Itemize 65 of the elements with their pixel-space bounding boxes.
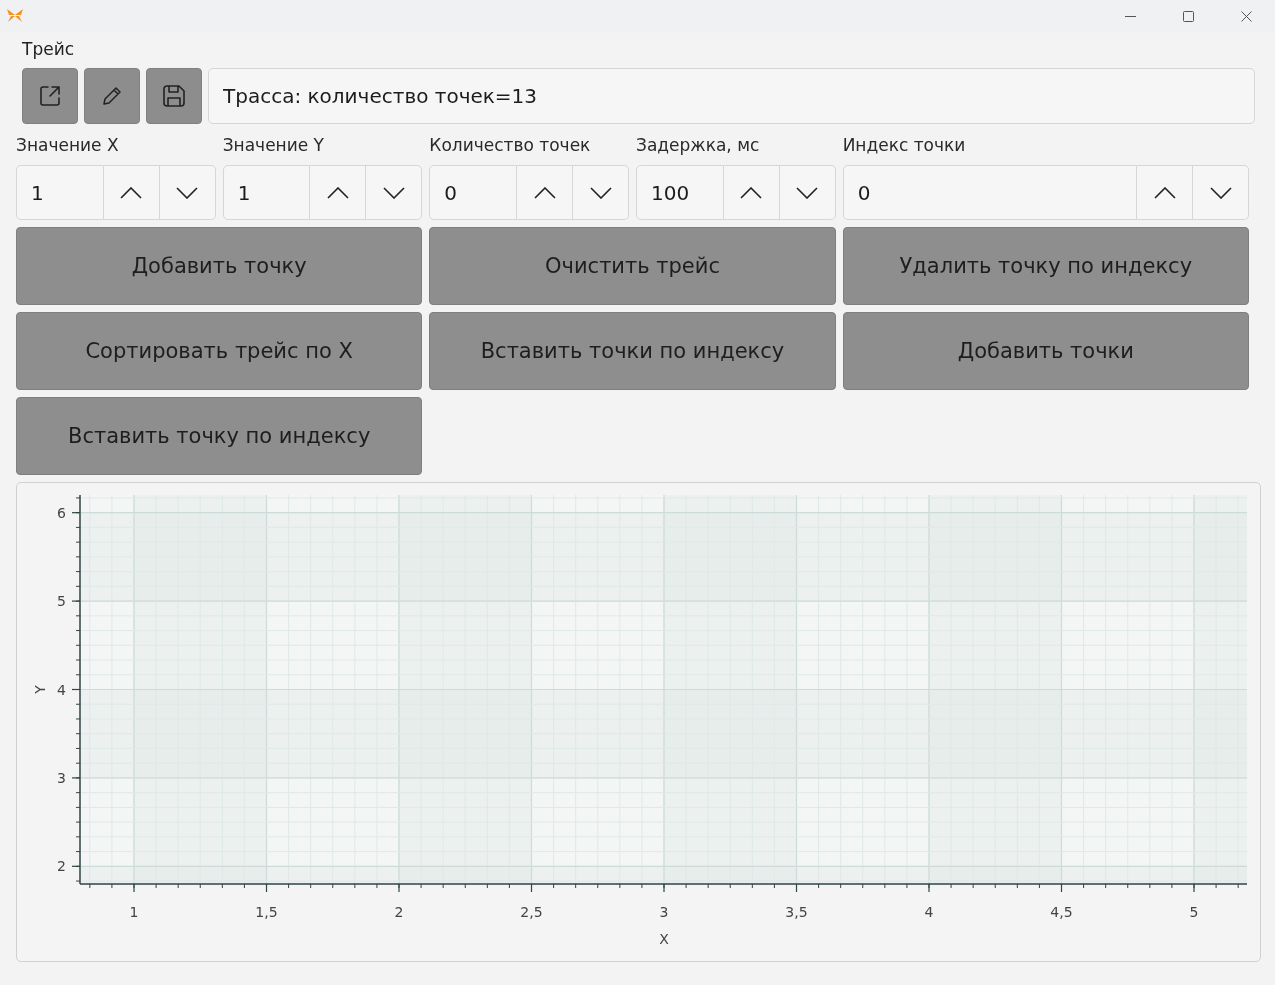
spinner-label: Индекс точки [842,134,966,156]
number-field[interactable]: 0 [429,165,517,220]
chevron-down-icon [796,186,819,199]
increment-button[interactable] [103,165,160,220]
y-tick-label: 6 [57,504,66,521]
y-tick-label: 5 [57,593,66,610]
chevron-up-icon [740,186,763,199]
y-tick-label: 2 [57,858,66,875]
spinner-label: Значение Y [222,134,324,156]
increment-button[interactable] [517,165,573,220]
butterfly-icon [6,9,24,23]
x-tick-label: 4 [924,904,934,920]
number-field[interactable]: 100 [636,165,724,220]
number-field[interactable]: 0 [842,165,1137,220]
chevron-up-icon [1153,186,1176,199]
increment-button[interactable] [310,165,367,220]
action-button[interactable]: Вставить точки по индексу [429,312,836,390]
decrement-button[interactable] [573,165,629,220]
trace-label: Трейс [22,38,75,60]
x-tick-label: 3,5 [785,904,808,920]
chevron-up-icon [120,186,143,199]
action-button[interactable]: Добавить точки [842,312,1249,390]
y-tick-label: 3 [57,769,66,786]
chevron-down-icon [1209,186,1232,199]
external-link-icon [39,85,61,107]
pencil-icon [102,86,122,106]
action-button[interactable]: Добавить точку [16,227,423,305]
x-tick-label: 5 [1189,904,1199,920]
x-tick-label: 1 [129,904,139,920]
x-tick-label: 4,5 [1050,904,1073,920]
chevron-down-icon [382,186,405,199]
save-icon [163,85,185,107]
spinner-label: Количество точек [429,134,591,156]
chevron-down-icon [589,186,612,199]
chevron-up-icon [533,186,556,199]
action-button[interactable]: Удалить точку по индексу [842,227,1249,305]
decrement-button[interactable] [779,165,836,220]
number-field[interactable]: 1 [222,165,311,220]
action-button[interactable]: Сортировать трейс по X [16,312,423,390]
x-tick-label: 3 [659,904,669,920]
x-axis-title: X [659,931,669,947]
maximize-icon[interactable] [1182,10,1194,22]
chevron-down-icon [176,186,199,199]
decrement-button[interactable] [366,165,423,220]
x-tick-label: 1,5 [255,904,278,920]
action-button[interactable]: Вставить точку по индексу [16,397,423,475]
decrement-button[interactable] [1193,165,1249,220]
increment-button[interactable] [723,165,780,220]
minimize-icon[interactable] [1124,15,1136,17]
save-button[interactable] [146,68,202,124]
x-tick-label: 2,5 [520,904,543,920]
action-button[interactable]: Очистить трейс [429,227,836,305]
export-button[interactable] [22,68,78,124]
x-tick-label: 2 [394,904,404,920]
y-axis-title: Y [32,685,48,694]
decrement-button[interactable] [159,165,216,220]
edit-button[interactable] [84,68,140,124]
trace-info-field[interactable]: Трасса: количество точек=13 [208,68,1255,124]
increment-button[interactable] [1137,165,1193,220]
close-icon[interactable] [1240,10,1252,22]
number-field[interactable]: 1 [16,165,104,220]
chevron-up-icon [326,186,349,199]
spinner-label: Значение X [16,134,119,156]
spinner-label: Задержка, мс [636,134,760,156]
y-tick-label: 4 [57,681,66,698]
